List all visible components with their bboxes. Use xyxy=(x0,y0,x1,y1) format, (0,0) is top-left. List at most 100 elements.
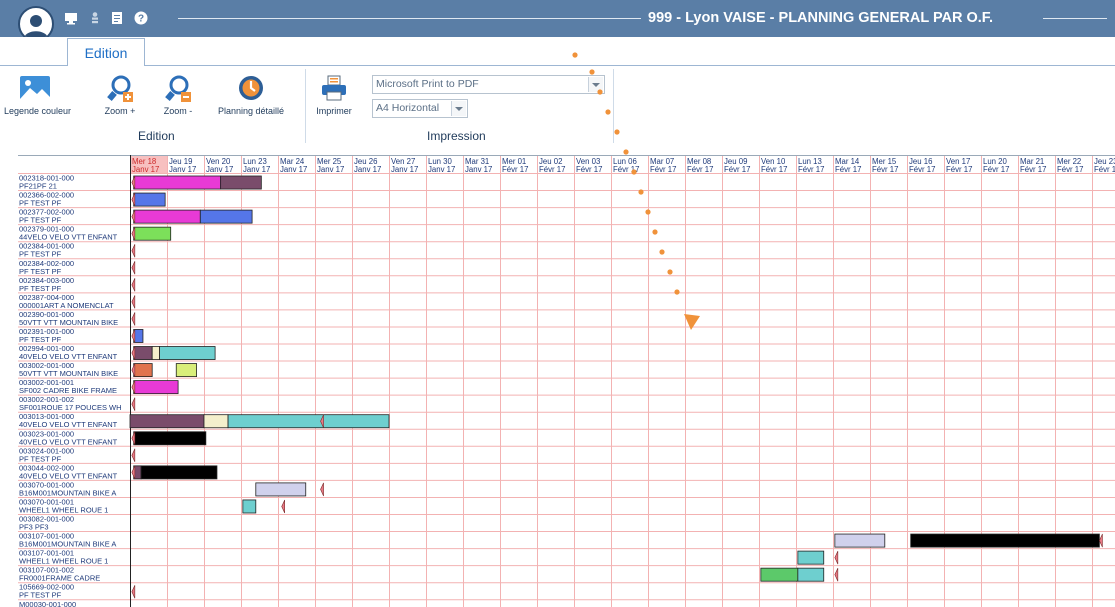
row-article-desc[interactable]: SF002 CADRE BIKE FRAME xyxy=(19,386,117,395)
planning-grid[interactable]: Mer 18 Janv 17 Jeu 19 Janv 17 Ven 20 Janv 17 L… xyxy=(18,155,1115,607)
printer-select[interactable]: Microsoft Print to PDF xyxy=(372,75,605,94)
row-article-desc[interactable]: WHEEL1 WHEEL ROUE 1 xyxy=(19,505,108,514)
date-header-month[interactable]: Févr 17 xyxy=(909,165,935,174)
row-article-desc[interactable]: B16M001MOUNTAIN BIKE A xyxy=(19,540,116,549)
date-header-month[interactable]: Janv 17 xyxy=(206,165,233,174)
gantt-bar[interactable] xyxy=(129,414,205,429)
gantt-bar[interactable] xyxy=(760,567,799,582)
row-article-desc[interactable]: PF TEST PF xyxy=(19,216,62,225)
date-header-month[interactable]: Févr 17 xyxy=(650,165,676,174)
gantt-bar[interactable] xyxy=(133,431,207,446)
gantt-bar[interactable] xyxy=(133,192,166,207)
gantt-bar[interactable] xyxy=(133,175,222,190)
row-article-desc[interactable]: PF TEST PF xyxy=(19,335,62,344)
print-button[interactable]: Imprimer xyxy=(312,75,356,116)
row-article-desc[interactable]: 40VELO VELO VTT ENFANT xyxy=(19,352,118,361)
row-article-desc[interactable]: PF21PF 21 xyxy=(19,182,57,191)
zoom-out-button[interactable]: Zoom - xyxy=(160,75,196,116)
gantt-bar[interactable] xyxy=(834,533,886,548)
date-header-month[interactable]: Févr 17 xyxy=(613,165,639,174)
paper-format-value: A4 Horizontal xyxy=(376,102,440,114)
gantt-bar[interactable] xyxy=(133,226,172,241)
row-article-desc[interactable]: 40VELO VELO VTT ENFANT xyxy=(19,437,118,446)
users-icon[interactable] xyxy=(88,11,102,25)
date-header-month[interactable]: Janv 17 xyxy=(465,165,492,174)
row-article-desc[interactable]: PF TEST PF xyxy=(19,454,62,463)
paper-format-select[interactable]: A4 Horizontal xyxy=(372,99,468,118)
row-article-desc[interactable]: SF001ROUE 17 POUCES WH xyxy=(19,403,122,412)
row-article-desc[interactable]: PF TEST PF xyxy=(19,284,62,293)
row-article-desc[interactable]: PF TEST PF xyxy=(19,591,62,600)
date-header-month[interactable]: Févr 17 xyxy=(502,165,528,174)
date-header-month[interactable]: Janv 17 xyxy=(243,165,270,174)
gantt-bar[interactable] xyxy=(133,380,179,395)
document-icon[interactable] xyxy=(110,11,124,25)
gantt-bar[interactable] xyxy=(133,363,153,378)
gantt-bar[interactable] xyxy=(199,209,253,224)
date-header-month[interactable]: Janv 17 xyxy=(391,165,418,174)
date-header-month[interactable]: Févr 17 xyxy=(687,165,713,174)
date-header-month[interactable]: Janv 17 xyxy=(317,165,344,174)
date-header-month[interactable]: Févr 17 xyxy=(539,165,565,174)
date-header-month[interactable]: Févr 17 xyxy=(761,165,787,174)
gantt-bar[interactable] xyxy=(255,482,307,497)
zoom-out-icon xyxy=(160,75,196,103)
row-of-id[interactable]: M00030-001-000 xyxy=(19,600,76,607)
row-article-desc[interactable]: PF3 PF3 xyxy=(19,523,49,532)
row-article-desc[interactable]: FR0001FRAME CADRE xyxy=(19,574,100,583)
chevron-down-icon[interactable] xyxy=(588,77,603,92)
detailed-planning-button[interactable]: Planning détaillé xyxy=(216,75,286,116)
help-icon[interactable]: ? xyxy=(134,11,148,25)
date-header-month[interactable]: Janv 17 xyxy=(428,165,455,174)
row-article-desc[interactable]: B16M001MOUNTAIN BIKE A xyxy=(19,488,116,497)
image-icon xyxy=(4,75,66,103)
row-article-desc[interactable]: 40VELO VELO VTT ENFANT xyxy=(19,471,118,480)
monitor-icon[interactable] xyxy=(64,11,78,25)
date-header-month[interactable]: Févr 17 xyxy=(872,165,898,174)
gantt-bar[interactable] xyxy=(203,414,229,429)
zoom-in-icon xyxy=(102,75,138,103)
gantt-bar[interactable] xyxy=(797,550,825,565)
gantt-bar[interactable] xyxy=(151,346,160,360)
row-article-desc[interactable]: WHEEL1 WHEEL ROUE 1 xyxy=(19,557,108,566)
date-header-month[interactable]: Janv 17 xyxy=(169,165,196,174)
date-header-month[interactable]: Févr 17 xyxy=(798,165,824,174)
row-article-desc[interactable]: PF TEST PF xyxy=(19,199,62,208)
date-header-month[interactable]: Févr 17 xyxy=(576,165,602,174)
gantt-bar[interactable] xyxy=(133,209,201,224)
date-header-month[interactable]: Févr 17 xyxy=(1094,165,1115,174)
gantt-bar[interactable] xyxy=(242,499,257,514)
row-article-desc[interactable]: 44VELO VELO VTT ENFANT xyxy=(19,233,118,242)
gantt-bar[interactable] xyxy=(175,363,198,378)
chevron-down-icon[interactable] xyxy=(451,101,466,116)
row-article-desc[interactable]: PF TEST PF xyxy=(19,267,62,276)
group-separator xyxy=(613,69,614,143)
gantt-bar[interactable] xyxy=(227,414,390,429)
legend-color-button[interactable]: Legende couleur xyxy=(4,75,71,116)
date-header-month[interactable]: Févr 17 xyxy=(983,165,1009,174)
gantt-bar[interactable] xyxy=(220,175,262,190)
gantt-bar[interactable] xyxy=(133,346,153,360)
date-header-month[interactable]: Févr 17 xyxy=(946,165,972,174)
gantt-bar[interactable] xyxy=(797,567,825,582)
row-article-desc[interactable]: 50VTT VTT MOUNTAIN BIKE xyxy=(19,318,118,327)
date-header-month[interactable]: Janv 17 xyxy=(132,165,159,174)
gantt-bar[interactable] xyxy=(159,346,216,360)
date-header-month[interactable]: Janv 17 xyxy=(280,165,307,174)
zoom-in-button[interactable]: Zoom + xyxy=(102,75,138,116)
row-article-desc[interactable]: 000001ART A NOMENCLAT xyxy=(19,301,114,310)
gantt-bar[interactable] xyxy=(140,465,218,480)
row-article-desc[interactable]: 40VELO VELO VTT ENFANT xyxy=(19,420,118,429)
row-article-desc[interactable]: PF TEST PF xyxy=(19,250,62,259)
printer-icon xyxy=(312,75,356,103)
row-article-desc[interactable]: 50VTT VTT MOUNTAIN BIKE xyxy=(19,369,118,378)
gantt-bar[interactable] xyxy=(910,533,1100,548)
date-header-month[interactable]: Févr 17 xyxy=(724,165,750,174)
clock-icon xyxy=(216,75,286,103)
tab-edition[interactable]: Edition xyxy=(67,38,145,66)
date-header-month[interactable]: Févr 17 xyxy=(1020,165,1046,174)
date-header-month[interactable]: Janv 17 xyxy=(354,165,381,174)
date-header-month[interactable]: Févr 17 xyxy=(1057,165,1083,174)
arrow-dot xyxy=(623,149,629,155)
date-header-month[interactable]: Févr 17 xyxy=(835,165,861,174)
